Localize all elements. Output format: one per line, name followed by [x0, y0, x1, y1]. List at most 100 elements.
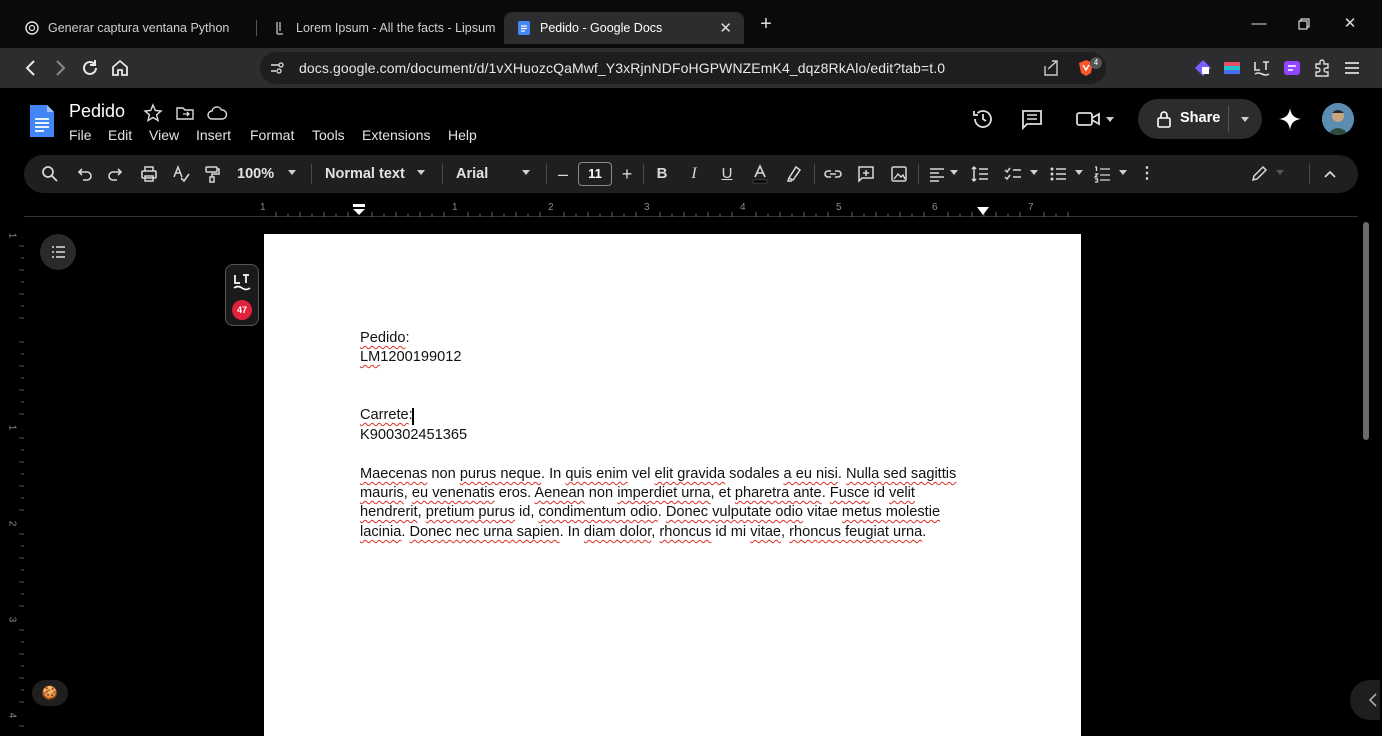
more-options-icon[interactable]: ⋮ — [1137, 164, 1157, 184]
checklist-icon[interactable] — [1003, 164, 1023, 184]
spelling-flagged-text: metus molestie — [841, 504, 941, 520]
document-line[interactable]: mauris, eu venenatis eros. Aenean non im… — [360, 485, 915, 501]
menu-tools[interactable]: Tools — [312, 127, 345, 143]
font-size-input[interactable]: 11 — [578, 162, 612, 186]
font-family-select[interactable]: Arial — [456, 166, 488, 182]
menu-extensions[interactable]: Extensions — [362, 127, 430, 143]
extension-palette-icon[interactable] — [1222, 58, 1242, 78]
move-folder-icon[interactable] — [175, 103, 195, 123]
share-chevron-down-icon[interactable] — [1241, 117, 1249, 122]
menu-insert[interactable]: Insert — [196, 127, 231, 143]
editing-mode-pencil-icon[interactable] — [1249, 164, 1269, 184]
side-panel-toggle[interactable] — [1350, 680, 1380, 720]
document-outline-button[interactable] — [40, 234, 76, 270]
spelling-flagged-text: Carrete — [360, 407, 409, 423]
comments-icon[interactable] — [1020, 107, 1044, 131]
text-color-icon[interactable] — [750, 164, 770, 184]
close-window-icon[interactable]: ✕ — [1340, 14, 1360, 34]
share-page-icon[interactable] — [1041, 58, 1061, 78]
font-chevron-down-icon[interactable] — [522, 170, 530, 175]
star-icon[interactable] — [143, 103, 163, 123]
document-line[interactable]: hendrerit, pretium purus id, condimentum… — [360, 504, 940, 520]
hide-menus-chevron-up-icon[interactable] — [1320, 164, 1340, 184]
document-line[interactable]: Carrete: — [360, 407, 413, 423]
spelling-flagged-text: diam dolor — [583, 524, 652, 540]
extension-gem-icon[interactable] — [1193, 58, 1213, 78]
italic-icon[interactable]: I — [684, 164, 704, 184]
gemini-icon[interactable] — [1277, 106, 1303, 132]
minimize-icon[interactable]: — — [1249, 14, 1269, 34]
decrease-font-size-icon[interactable]: – — [553, 164, 573, 184]
document-line[interactable]: lacinia. Donec nec urna sapien. In diam … — [360, 524, 926, 540]
underline-icon[interactable]: U — [717, 164, 737, 184]
document-line[interactable]: Maecenas non purus neque. In quis enim v… — [360, 466, 956, 482]
increase-font-size-icon[interactable]: + — [617, 164, 637, 184]
languagetool-extension-icon[interactable] — [1252, 58, 1272, 78]
left-indent-marker[interactable] — [352, 204, 366, 216]
cookie-emoji-badge[interactable]: 🍪 — [32, 680, 68, 706]
browser-menu-icon[interactable] — [1342, 58, 1362, 78]
restore-icon[interactable] — [1294, 14, 1314, 34]
bulleted-list-chevron-down-icon[interactable] — [1075, 170, 1083, 175]
languagetool-error-count[interactable]: 47 — [232, 300, 252, 320]
document-line[interactable]: LM1200199012 — [360, 349, 461, 365]
menu-format[interactable]: Format — [250, 127, 294, 143]
document-line[interactable]: K900302451365 — [360, 427, 467, 443]
align-chevron-down-icon[interactable] — [950, 170, 958, 175]
bold-icon[interactable]: B — [652, 164, 672, 184]
scrollbar-thumb[interactable] — [1363, 222, 1369, 440]
checklist-chevron-down-icon[interactable] — [1030, 170, 1038, 175]
redo-icon[interactable] — [106, 164, 126, 184]
version-history-icon[interactable] — [971, 107, 995, 131]
editing-mode-chevron-down-icon[interactable] — [1276, 170, 1284, 175]
tab-title: Lorem Ipsum - All the facts - Lipsum — [296, 21, 496, 35]
back-icon[interactable] — [20, 57, 42, 79]
bulleted-list-icon[interactable] — [1048, 164, 1068, 184]
numbered-list-icon[interactable] — [1092, 164, 1112, 184]
paragraph-style-select[interactable]: Normal text — [325, 166, 405, 182]
highlight-color-icon[interactable] — [784, 164, 804, 184]
zoom-select[interactable]: 100% — [237, 166, 274, 182]
languagetool-icon — [233, 274, 251, 291]
meet-video-icon[interactable] — [1075, 109, 1101, 129]
forward-icon[interactable] — [49, 57, 71, 79]
menu-file[interactable]: File — [69, 127, 92, 143]
new-tab-button[interactable]: + — [756, 14, 776, 34]
style-chevron-down-icon[interactable] — [417, 170, 425, 175]
search-menus-icon[interactable] — [40, 164, 60, 184]
insert-image-icon[interactable] — [889, 164, 909, 184]
right-indent-marker[interactable] — [976, 206, 990, 216]
menu-edit[interactable]: Edit — [108, 127, 132, 143]
insert-link-icon[interactable] — [823, 164, 843, 184]
add-comment-icon[interactable] — [856, 164, 876, 184]
meet-chevron-down-icon[interactable] — [1106, 117, 1114, 122]
menu-view[interactable]: View — [149, 127, 179, 143]
undo-icon[interactable] — [74, 164, 94, 184]
text-run: sodales — [725, 466, 784, 482]
home-icon[interactable] — [109, 57, 131, 79]
paint-format-icon[interactable] — [202, 164, 222, 184]
print-icon[interactable] — [139, 164, 159, 184]
extensions-puzzle-icon[interactable] — [1312, 58, 1332, 78]
line-spacing-icon[interactable] — [970, 164, 990, 184]
menu-help[interactable]: Help — [448, 127, 477, 143]
extension-purple-icon[interactable] — [1282, 58, 1302, 78]
browser-tab-lipsum[interactable]: Lorem Ipsum - All the facts - Lipsum — [260, 12, 500, 44]
google-docs-logo-icon[interactable] — [28, 103, 56, 139]
align-left-icon[interactable] — [927, 164, 947, 184]
browser-tab-chatgpt[interactable]: Generar captura ventana Python — [12, 12, 252, 44]
url-text[interactable]: docs.google.com/document/d/1vXHuozcQaMwf… — [299, 60, 945, 76]
avatar[interactable] — [1322, 103, 1354, 135]
reload-icon[interactable] — [79, 57, 101, 79]
spelling-flagged-text: rhoncus — [659, 524, 712, 540]
document-title[interactable]: Pedido — [69, 101, 125, 122]
document-line[interactable]: Pedido: — [360, 330, 410, 346]
tab-divider — [256, 20, 257, 36]
spellcheck-icon[interactable] — [171, 164, 191, 184]
browser-tab-pedido[interactable]: Pedido - Google Docs ✕ — [504, 12, 744, 44]
numbered-list-chevron-down-icon[interactable] — [1119, 170, 1127, 175]
close-tab-icon[interactable]: ✕ — [709, 19, 732, 37]
site-info-icon[interactable] — [268, 59, 288, 79]
zoom-chevron-down-icon[interactable] — [288, 170, 296, 175]
cloud-saved-icon[interactable] — [206, 103, 228, 123]
